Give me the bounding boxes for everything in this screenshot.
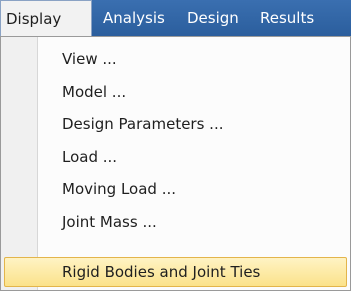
menu-bar: Display Analysis Design Results (0, 0, 351, 36)
menu-item-label: Model ... (62, 83, 127, 101)
menu-item-model[interactable]: Model ... (4, 77, 347, 107)
menu-results[interactable]: Results (260, 0, 314, 36)
menu-analysis[interactable]: Analysis (103, 0, 165, 36)
menu-display[interactable]: Display (0, 0, 92, 36)
menu-item-load[interactable]: Load ... (4, 142, 347, 172)
menu-item-label: Load ... (62, 148, 118, 166)
menu-design[interactable]: Design (187, 0, 239, 36)
menu-item-moving-load[interactable]: Moving Load ... (4, 174, 347, 204)
menu-item-label: View ... (62, 50, 117, 68)
menu-item-joint-mass[interactable]: Joint Mass ... (4, 207, 347, 237)
menu-item-label: Design Parameters ... (62, 115, 224, 133)
display-dropdown-menu: View ... Model ... Design Parameters ...… (0, 36, 351, 291)
menu-item-design-parameters[interactable]: Design Parameters ... (4, 109, 347, 139)
menu-item-view[interactable]: View ... (4, 44, 347, 74)
menu-item-label: Moving Load ... (62, 180, 177, 198)
menu-item-rigid-bodies-joint-ties[interactable]: Rigid Bodies and Joint Ties (4, 257, 347, 287)
menu-item-label: Joint Mass ... (62, 213, 157, 231)
menu-item-label: Rigid Bodies and Joint Ties (62, 263, 261, 281)
